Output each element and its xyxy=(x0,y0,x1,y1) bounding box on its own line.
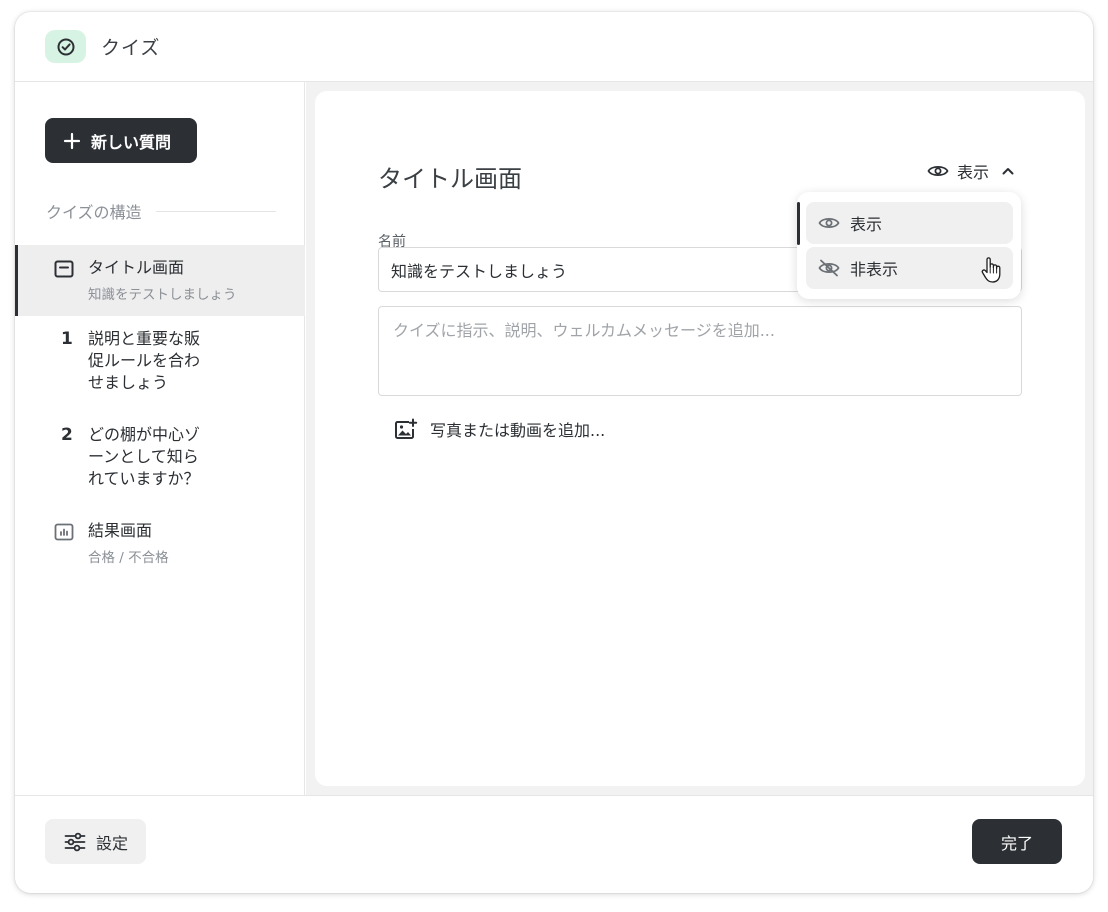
structure-heading: クイズの構造 xyxy=(46,199,276,223)
eye-icon xyxy=(818,217,840,229)
sidebar: 新しい質問 クイズの構造 タイトル画面 知識をテストしましょう 1 説明と重要な… xyxy=(15,82,305,796)
title-screen-icon xyxy=(53,258,75,280)
sidebar-item-title-screen[interactable]: タイトル画面 知識をテストしましょう xyxy=(15,245,305,316)
question-title: 説明と重要な販 促ルールを合わ せましょう xyxy=(88,328,200,394)
sidebar-item-results-screen[interactable]: 結果画面 合格 / 不合格 xyxy=(15,512,305,572)
menu-item-label: 表示 xyxy=(850,215,883,234)
quiz-editor-window: クイズ 新しい質問 クイズの構造 タイトル画面 知識をテストしましょう 1 説明… xyxy=(15,12,1093,893)
header: クイズ xyxy=(15,12,1093,82)
settings-button[interactable]: 設定 xyxy=(45,819,146,864)
new-question-label: 新しい質問 xyxy=(91,132,172,152)
sidebar-item-title: タイトル画面 xyxy=(88,258,185,277)
visibility-label: 表示 xyxy=(957,163,990,182)
page-title: タイトル画面 xyxy=(378,165,522,193)
sidebar-item-subtitle: 知識をテストしましょう xyxy=(88,287,237,303)
sliders-icon xyxy=(64,832,86,851)
menu-selection-indicator xyxy=(797,202,800,245)
divider xyxy=(155,210,276,212)
eye-off-icon xyxy=(818,259,840,277)
question-title-line: 促ルールを合わ xyxy=(88,351,201,370)
question-title-line: れていますか？ xyxy=(88,469,200,488)
question-title-line: どの棚が中心ゾ xyxy=(88,425,201,444)
question-number: 1 xyxy=(61,329,73,349)
sidebar-item-question-2[interactable]: 2 どの棚が中心ゾ ーンとして知ら れていますか？ xyxy=(15,414,305,494)
question-title-line: せましょう xyxy=(88,373,169,392)
question-number: 2 xyxy=(61,425,73,445)
hand-cursor-icon xyxy=(981,257,1001,283)
new-question-button[interactable]: 新しい質問 xyxy=(45,118,197,163)
results-chart-icon xyxy=(53,521,75,543)
check-circle-icon xyxy=(45,30,86,63)
question-title-line: ーンとして知ら xyxy=(88,447,199,466)
settings-label: 設定 xyxy=(96,833,129,853)
sidebar-item-question-1[interactable]: 1 説明と重要な販 促ルールを合わ せましょう xyxy=(15,318,305,398)
add-media-button[interactable]: 写真または動画を追加... xyxy=(394,417,605,441)
description-input[interactable] xyxy=(378,306,1022,396)
add-media-label: 写真または動画を追加... xyxy=(430,421,606,440)
app-title: クイズ xyxy=(101,37,161,59)
done-label: 完了 xyxy=(1000,833,1033,853)
add-image-icon xyxy=(395,418,418,439)
structure-label: クイズの構造 xyxy=(46,203,142,222)
done-button[interactable]: 完了 xyxy=(972,819,1062,864)
sidebar-item-title: 結果画面 xyxy=(88,521,153,540)
footer: 設定 完了 xyxy=(15,795,1093,893)
sidebar-item-subtitle: 合格 / 不合格 xyxy=(88,550,169,566)
visibility-toggle[interactable]: 表示 xyxy=(927,159,1015,183)
question-title: どの棚が中心ゾ ーンとして知ら れていますか？ xyxy=(88,424,200,490)
question-title-line: 説明と重要な販 xyxy=(88,329,201,348)
menu-item-label: 非表示 xyxy=(850,260,899,279)
menu-item-show[interactable]: 表示 xyxy=(806,202,1013,244)
plus-icon xyxy=(63,132,81,149)
chevron-up-icon xyxy=(1002,168,1014,175)
eye-icon xyxy=(927,165,949,177)
